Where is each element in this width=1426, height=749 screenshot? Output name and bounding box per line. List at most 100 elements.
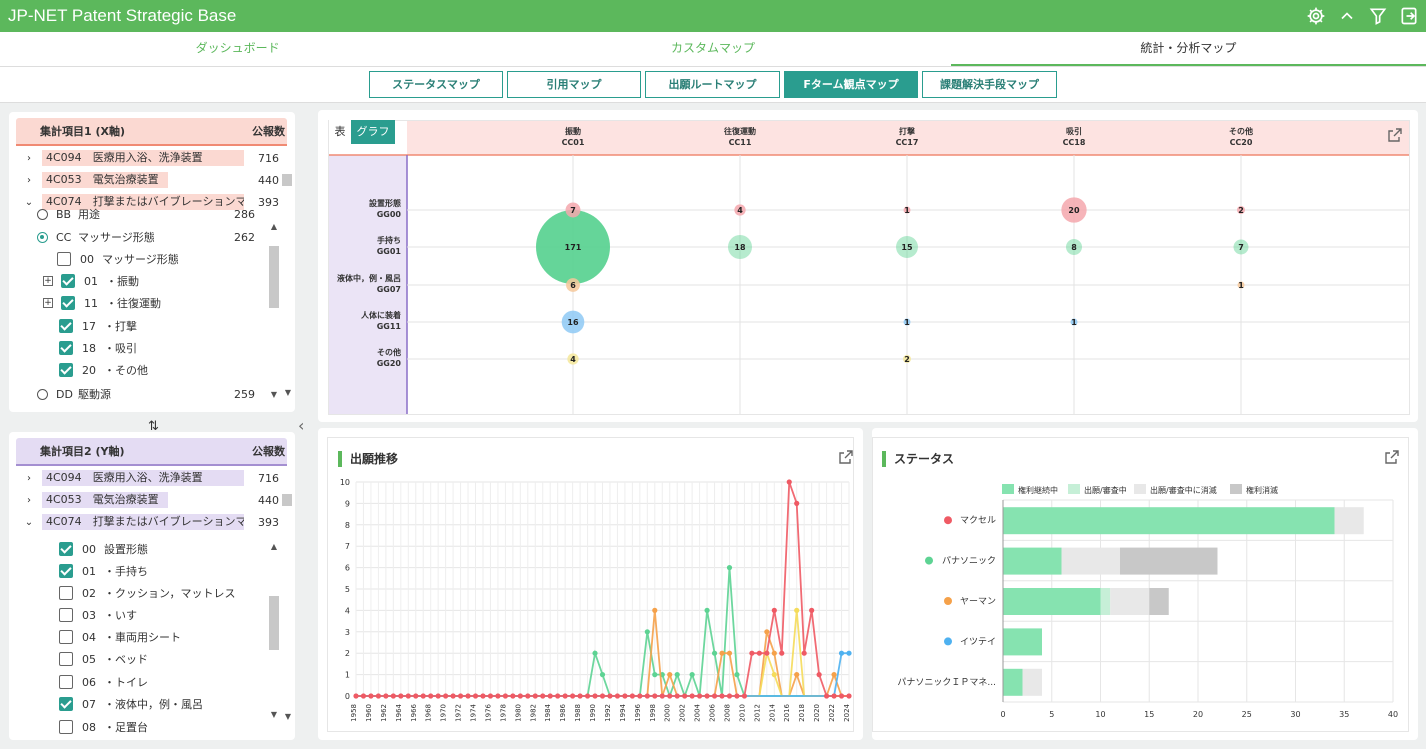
expand-icon[interactable]: + [43, 276, 53, 286]
checkbox-cc01[interactable] [61, 274, 75, 288]
radio-dd[interactable] [37, 389, 48, 400]
y-item-gg07[interactable]: 07・液体中，例・風呂 [59, 693, 295, 715]
x-tick-label: 2012 [753, 704, 761, 722]
x-tree-item-4c094[interactable]: › 4C094 医療用入浴、洗浄装置 716 [16, 148, 287, 168]
checkbox-cc00[interactable] [57, 252, 71, 266]
subtab-fterm-map[interactable]: Fターム観点マップ [784, 71, 918, 98]
expand-icon[interactable]: + [43, 298, 53, 308]
x-tree-item-4c053[interactable]: › 4C053 電気治療装置 440 [16, 170, 287, 190]
subtab-filing-route-map[interactable]: 出願ルートマップ [645, 71, 780, 98]
chevron-down-icon[interactable]: ⌄ [16, 517, 42, 528]
y-item-gg02[interactable]: 02・クッション，マットレス [59, 582, 295, 604]
gear-icon[interactable] [1305, 5, 1327, 27]
x-sub-scrollbar[interactable]: ▲ ▼ [269, 218, 279, 406]
y-item-gg03[interactable]: 03・いす [59, 604, 295, 626]
checkbox-gg06[interactable] [59, 675, 73, 689]
y-item-gg01[interactable]: 01・手持ち [59, 560, 295, 582]
x-tree-scrollbar[interactable] [282, 148, 292, 208]
series-point [413, 693, 418, 698]
x-item-cc17[interactable]: 17 ・打撃 [59, 315, 295, 337]
toggle-table-button[interactable]: 表 [329, 120, 351, 144]
scroll-down-icon[interactable]: ▼ [283, 712, 293, 722]
radio-cc[interactable] [37, 232, 48, 243]
chevron-right-icon[interactable]: › [16, 153, 42, 164]
row-code: GG07 [377, 285, 401, 294]
column-name: 往復運動 [724, 126, 756, 136]
tab-dashboard[interactable]: ダッシュボード [0, 32, 475, 66]
x-item-cc01[interactable]: + 01 ・振動 [43, 270, 291, 292]
y-item-gg00[interactable]: 00設置形態 [59, 538, 295, 560]
y-item-gg04[interactable]: 04・車両用シート [59, 626, 295, 648]
row-code: GG00 [377, 210, 402, 219]
y-item-gg05[interactable]: 05・ベッド [59, 648, 295, 670]
checkbox-gg02[interactable] [59, 586, 73, 600]
scroll-up-icon[interactable]: ▲ [269, 222, 279, 232]
bubble-label: 2 [1238, 206, 1244, 215]
chevron-right-icon[interactable]: › [16, 495, 42, 506]
logout-icon[interactable] [1398, 5, 1420, 27]
y-outer-scroll[interactable]: ▼ [283, 708, 293, 728]
y-axis-header-label: 集計項目2 (Y軸) [40, 443, 252, 459]
subtab-citation-map[interactable]: 引用マップ [507, 71, 641, 98]
x-item-cc11[interactable]: + 11 ・往復運動 [43, 292, 291, 314]
series-point [749, 651, 754, 656]
x-item-dd[interactable]: DD 駆動源 259 [37, 383, 285, 405]
subtab-problem-solution-map[interactable]: 課題解決手段マップ [922, 71, 1057, 98]
collapse-panel-icon[interactable]: ‹ [298, 416, 304, 435]
x-item-cc18[interactable]: 18 ・吸引 [59, 337, 295, 359]
bar-segment [1023, 669, 1043, 696]
checkbox-gg07[interactable] [59, 697, 73, 711]
subtab-status-map[interactable]: ステータスマップ [369, 71, 503, 98]
x-item-cc[interactable]: CC マッサージ形態 262 [37, 226, 285, 248]
checkbox-gg00[interactable] [59, 542, 73, 556]
legend-label: 出願/審査中に消滅 [1150, 485, 1217, 495]
external-link-icon[interactable] [1388, 127, 1402, 141]
checkbox-cc18[interactable] [59, 341, 73, 355]
series-point [809, 608, 814, 613]
x-item-cc00[interactable]: 00 マッサージ形態 [57, 248, 295, 270]
y-sub-scrollbar[interactable]: ▲ ▼ [269, 538, 279, 728]
series-point [615, 693, 620, 698]
radio-bb[interactable] [37, 209, 48, 220]
y-tree-item-4c094[interactable]: › 4C094 医療用入浴、洗浄装置 716 [16, 468, 287, 488]
tab-custom-map[interactable]: カスタムマップ [475, 32, 950, 66]
checkbox-gg08[interactable] [59, 720, 73, 734]
y-tick-label: 1 [345, 671, 350, 680]
series-point [667, 672, 672, 677]
checkbox-cc17[interactable] [59, 319, 73, 333]
x-tick-label: 1964 [395, 703, 403, 721]
filter-icon[interactable] [1367, 5, 1389, 27]
scroll-down-icon[interactable]: ▼ [269, 710, 279, 720]
checkbox-gg01[interactable] [59, 564, 73, 578]
y-tree-item-4c053[interactable]: › 4C053 電気治療装置 440 [16, 490, 287, 510]
x-tick-label: 1966 [410, 703, 418, 721]
x-tick-label: 1968 [425, 704, 433, 722]
y-tree-item-4c074[interactable]: ⌄ 4C074 打撃またはバイブレーションマ... 393 [16, 512, 287, 532]
x-item-bb[interactable]: BB 用途 286 [37, 206, 285, 222]
checkbox-gg03[interactable] [59, 608, 73, 622]
chevron-up-icon[interactable] [1336, 5, 1358, 27]
scroll-down-icon[interactable]: ▼ [269, 390, 279, 400]
y-tree-scrollbar[interactable] [282, 468, 292, 528]
checkbox-gg05[interactable] [59, 652, 73, 666]
bubble-label: 171 [565, 243, 582, 252]
y-item-gg06[interactable]: 06・トイレ [59, 671, 295, 693]
bubble-label: 15 [901, 243, 913, 252]
chevron-right-icon[interactable]: › [16, 175, 42, 186]
checkbox-cc20[interactable] [59, 363, 73, 377]
x-tick-label: 1984 [544, 703, 552, 721]
x-item-cc20[interactable]: 20 ・その他 [59, 359, 295, 381]
scroll-down-icon[interactable]: ▼ [283, 388, 293, 398]
chevron-right-icon[interactable]: › [16, 473, 42, 484]
category-label: マクセル [960, 515, 996, 526]
series-point [846, 651, 851, 656]
series-point [495, 693, 500, 698]
scroll-up-icon[interactable]: ▲ [269, 542, 279, 552]
toggle-graph-button[interactable]: グラフ [351, 120, 395, 144]
checkbox-gg04[interactable] [59, 630, 73, 644]
x-outer-scroll[interactable]: ▼ [283, 384, 293, 404]
y-item-gg08[interactable]: 08・足置台 [59, 716, 295, 738]
series-point [555, 693, 560, 698]
checkbox-cc11[interactable] [61, 296, 75, 310]
tab-statistics-map[interactable]: 統計・分析マップ [951, 32, 1426, 66]
